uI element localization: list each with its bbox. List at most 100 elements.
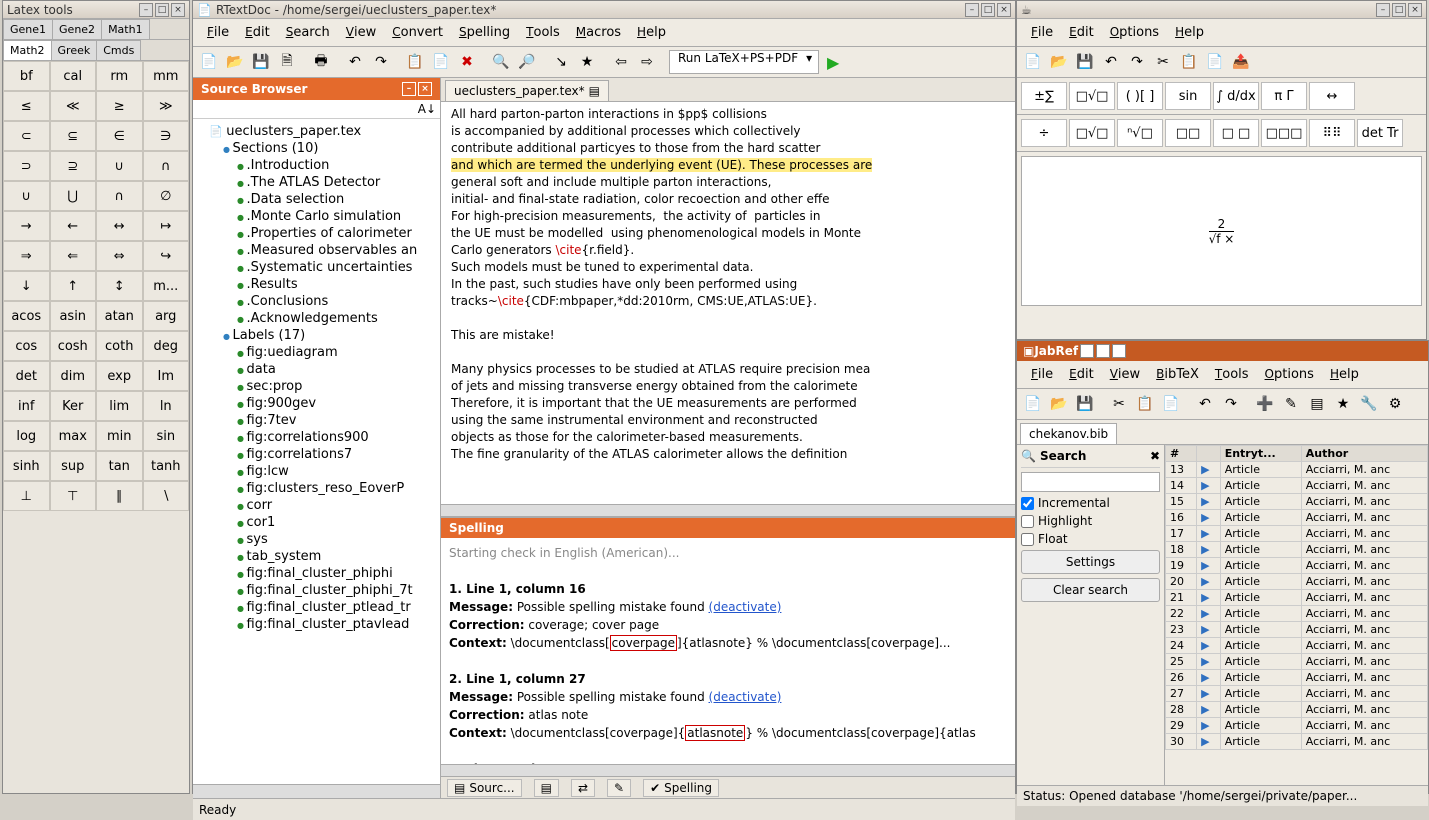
symbol-button[interactable]: ≫ [143,91,190,121]
menu-help[interactable]: Help [1322,363,1367,386]
undo-icon[interactable]: ↶ [343,50,367,74]
tree-node[interactable]: .Properties of calorimeter [195,225,438,242]
editor-hscroll[interactable] [441,504,1015,516]
table-row[interactable]: 26▶ArticleAcciarri, M. anc [1166,670,1428,686]
symbol-button[interactable]: mm [143,61,190,91]
tree-node[interactable]: .Systematic uncertainties [195,259,438,276]
menu-options[interactable]: Options [1102,21,1167,44]
symbol-button[interactable]: ⇒ [3,241,50,271]
clear-search-button[interactable]: Clear search [1021,578,1160,602]
col-header[interactable] [1197,446,1221,462]
symbol-button[interactable]: ∋ [143,121,190,151]
tree-node[interactable]: fig:correlations7 [195,446,438,463]
symbol-button[interactable]: ⋃ [50,181,97,211]
menu-spelling[interactable]: Spelling [451,21,518,44]
symbol-button[interactable]: cal [50,61,97,91]
symbol-button[interactable]: ln [143,391,190,421]
symbol-button[interactable]: ↪ [143,241,190,271]
menu-search[interactable]: Search [278,21,338,44]
symbol-button[interactable]: max [50,421,97,451]
formula-button[interactable]: □√□ [1069,82,1115,110]
menu-edit[interactable]: Edit [237,21,278,44]
formula-button[interactable]: ±∑ [1021,82,1067,110]
symbol-button[interactable]: dim [50,361,97,391]
symbol-button[interactable]: sin [143,421,190,451]
new-icon[interactable]: 📄 [1021,392,1045,416]
table-row[interactable]: 18▶ArticleAcciarri, M. anc [1166,542,1428,558]
source-tree[interactable]: ueclusters_paper.texSections (10).Introd… [193,119,440,784]
symbol-button[interactable]: ↓ [3,271,50,301]
tree-node[interactable]: .Measured observables an [195,242,438,259]
col-header[interactable]: # [1166,446,1197,462]
menu-convert[interactable]: Convert [384,21,451,44]
tree-node[interactable]: fig:final_cluster_phiphi_7t [195,582,438,599]
symbol-button[interactable]: → [3,211,50,241]
formula-button[interactable]: □ □ [1213,119,1259,147]
tree-node[interactable]: fig:final_cluster_ptlead_tr [195,599,438,616]
findnext-icon[interactable]: 🔎 [515,50,539,74]
saveall-icon[interactable]: 🗎 [275,50,299,74]
menu-edit[interactable]: Edit [1061,363,1102,386]
formula-button[interactable]: □√□ [1069,119,1115,147]
close-icon[interactable]: × [418,82,432,96]
table-row[interactable]: 23▶ArticleAcciarri, M. anc [1166,622,1428,638]
jabref-titlebar[interactable]: ▣ JabRef – □ × [1017,341,1428,361]
formula-button[interactable]: ⠿⠿ [1309,119,1355,147]
table-row[interactable]: 30▶ArticleAcciarri, M. anc [1166,734,1428,750]
tree-node[interactable]: cor1 [195,514,438,531]
goto-icon[interactable]: ↘ [549,50,573,74]
symbol-button[interactable]: arg [143,301,190,331]
symbol-button[interactable]: ⊤ [50,481,97,511]
symbol-button[interactable]: ← [50,211,97,241]
tree-node[interactable]: .Conclusions [195,293,438,310]
tools-icon[interactable]: 🔧 [1357,392,1381,416]
menu-tools[interactable]: Tools [1207,363,1257,386]
maximize-button[interactable]: □ [1096,344,1110,358]
formula-button[interactable]: π Γ [1261,82,1307,110]
symbol-button[interactable]: ≤ [3,91,50,121]
symbol-button[interactable]: inf [3,391,50,421]
copy-icon[interactable]: 📋 [403,50,427,74]
symbol-button[interactable]: ⇐ [50,241,97,271]
tree-node[interactable]: ueclusters_paper.tex [195,123,438,140]
open-icon[interactable]: 📂 [1047,50,1071,74]
paste-icon[interactable]: 📄 [1159,392,1183,416]
tab-Gene2[interactable]: Gene2 [52,19,102,39]
symbol-button[interactable]: ≪ [50,91,97,121]
prev-icon[interactable]: ⇦ [609,50,633,74]
collapse-icon[interactable]: – [402,82,416,96]
symbol-button[interactable]: bf [3,61,50,91]
table-row[interactable]: 28▶ArticleAcciarri, M. anc [1166,702,1428,718]
redo-icon[interactable]: ↷ [1219,392,1243,416]
next-icon[interactable]: ⇨ [635,50,659,74]
jabref-tab[interactable]: chekanov.bib [1020,423,1117,444]
symbol-button[interactable]: det [3,361,50,391]
tree-node[interactable]: fig:final_cluster_ptavlead [195,616,438,633]
tab-Gene1[interactable]: Gene1 [3,19,53,39]
formula-button[interactable]: ↔ [1309,82,1355,110]
tree-node[interactable]: fig:correlations900 [195,429,438,446]
symbol-button[interactable]: acos [3,301,50,331]
table-row[interactable]: 22▶ArticleAcciarri, M. anc [1166,606,1428,622]
tree-node[interactable]: .Data selection [195,191,438,208]
spelling-hscroll[interactable] [441,764,1015,776]
menu-file[interactable]: File [1023,21,1061,44]
symbol-button[interactable]: lim [96,391,143,421]
tree-node[interactable]: fig:final_cluster_phiphi [195,565,438,582]
tree-node[interactable]: data [195,361,438,378]
formula-button[interactable]: det Tr [1357,119,1403,147]
tree-node[interactable]: .Acknowledgements [195,310,438,327]
symbol-button[interactable]: ∅ [143,181,190,211]
symbol-button[interactable]: ↦ [143,211,190,241]
sort-button[interactable]: A↓ [193,100,440,119]
symbol-button[interactable]: m... [143,271,190,301]
maximize-button[interactable]: □ [981,3,995,17]
tree-node[interactable]: tab_system [195,548,438,565]
new-icon[interactable]: 📄 [1021,50,1045,74]
tree-node[interactable]: .Results [195,276,438,293]
maximize-button[interactable]: □ [155,3,169,17]
menu-file[interactable]: File [199,21,237,44]
formula-button[interactable]: □□□ [1261,119,1307,147]
redo-icon[interactable]: ↷ [369,50,393,74]
tree-node[interactable]: fig:clusters_reso_EoverP [195,480,438,497]
